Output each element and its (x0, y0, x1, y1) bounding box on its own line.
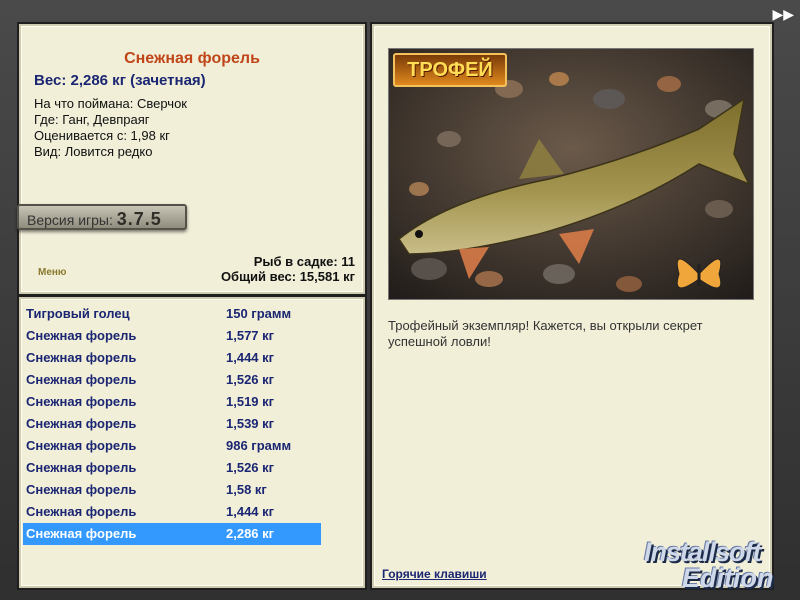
value-line: Оценивается с: 1,98 кг (34, 128, 170, 143)
catch-list-row[interactable]: Снежная форель 1,444 кг (23, 347, 321, 369)
trout-photo: ТРОФЕЙ (388, 48, 754, 300)
catch-fish-weight: 1,526 кг (226, 460, 275, 475)
hotkeys-link[interactable]: Горячие клавиши (382, 567, 487, 581)
catch-list-panel: Тигровый голец 150 грамм Снежная форель 1,5… (19, 297, 365, 588)
catch-list-row[interactable]: Снежная форель 2,286 кг (23, 523, 321, 545)
fish-count: Рыб в садке: 11 (253, 254, 355, 269)
menu-button[interactable]: Меню (38, 267, 66, 278)
catch-fish-name: Снежная форель (26, 372, 137, 387)
version-number: 3.7.5 (116, 209, 162, 229)
catch-list-row[interactable]: Тигровый голец 150 грамм (23, 303, 321, 325)
catch-fish-name: Тигровый голец (26, 306, 130, 321)
catch-fish-weight: 1,444 кг (226, 504, 275, 519)
catch-list-row[interactable]: Снежная форель 1,444 кг (23, 501, 321, 523)
catch-fish-name: Снежная форель (26, 438, 137, 453)
catch-fish-name: Снежная форель (26, 482, 137, 497)
installsoft-watermark: Installsoft Edition (640, 515, 800, 600)
place-line: Где: Ганг, Девпраяг (34, 112, 150, 127)
trophy-panel: ТРОФЕЙ Трофейный экземпляр! Кажется, вы … (372, 24, 772, 588)
fast-forward-icon[interactable]: ▶▶ (772, 6, 794, 23)
bait-line: На что поймана: Сверчок (34, 96, 187, 111)
catch-fish-weight: 150 грамм (226, 306, 292, 321)
catch-list-row[interactable]: Снежная форель 1,577 кг (23, 325, 321, 347)
catch-fish-name: Снежная форель (26, 460, 137, 475)
catch-fish-name: Снежная форель (26, 504, 137, 519)
catch-fish-weight: 1,519 кг (226, 394, 275, 409)
watermark-line2: Edition (682, 563, 774, 593)
catch-list-row[interactable]: Снежная форель 1,58 кг (23, 479, 321, 501)
kind-line: Вид: Ловится редко (34, 144, 153, 159)
total-weight: Общий вес: 15,581 кг (220, 269, 355, 284)
fish-weight: Вес: 2,286 кг (зачетная) (34, 72, 206, 89)
catch-list-row[interactable]: Снежная форель 1,526 кг (23, 457, 321, 479)
catch-list-row[interactable]: Снежная форель 1,526 кг (23, 369, 321, 391)
catch-fish-name: Снежная форель (26, 416, 137, 431)
catch-fish-name: Снежная форель (26, 526, 137, 541)
catch-list-row[interactable]: Снежная форель 986 грамм (23, 435, 321, 457)
catch-fish-weight: 1,58 кг (226, 482, 267, 497)
catch-fish-weight: 1,577 кг (226, 328, 275, 343)
catch-fish-weight: 1,539 кг (226, 416, 275, 431)
catch-fish-weight: 2,286 кг (226, 526, 275, 541)
catch-fish-name: Снежная форель (26, 328, 137, 343)
trophy-message: Трофейный экземпляр! Кажется, вы открыли… (388, 318, 703, 349)
catch-fish-name: Снежная форель (26, 394, 137, 409)
version-badge: Версия игры: 3.7.5 (17, 204, 187, 230)
fish-info-panel: Снежная форель Вес: 2,286 кг (зачетная) … (17, 24, 365, 294)
catch-fish-name: Снежная форель (26, 350, 137, 365)
catch-list-row[interactable]: Снежная форель 1,519 кг (23, 391, 321, 413)
version-label: Версия игры: (27, 212, 113, 228)
catch-fish-weight: 1,444 кг (226, 350, 275, 365)
catch-fish-weight: 986 грамм (226, 438, 292, 453)
fish-name-title: Снежная форель (124, 50, 260, 67)
catch-fish-weight: 1,526 кг (226, 372, 275, 387)
trophy-badge: ТРОФЕЙ (393, 53, 507, 87)
catch-list-row[interactable]: Снежная форель 1,539 кг (23, 413, 321, 435)
keepnet-stats: Рыб в садке: 11 Общий вес: 15,581 кг (221, 254, 355, 284)
